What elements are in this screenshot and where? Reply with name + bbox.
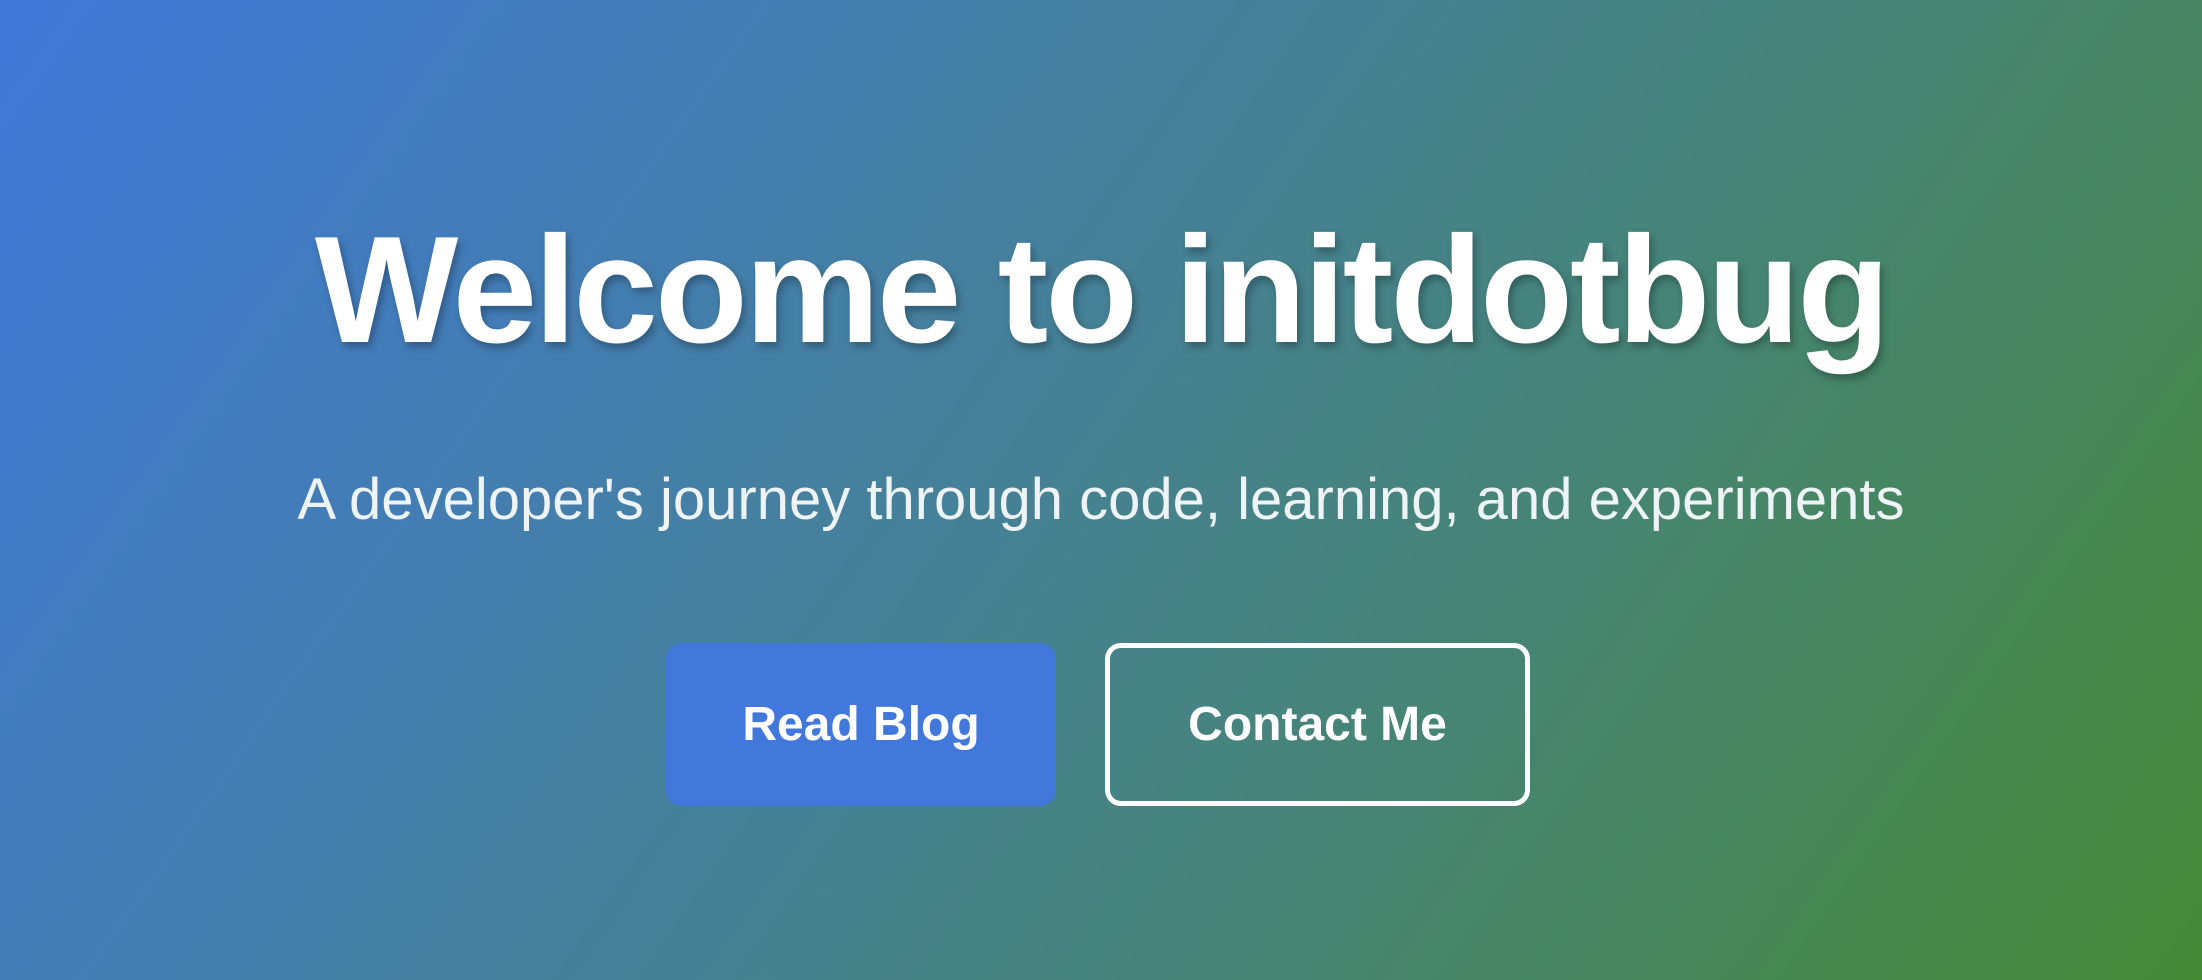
- contact-me-button[interactable]: Contact Me: [1105, 643, 1530, 806]
- hero-title: Welcome to initdotbug: [314, 205, 1890, 375]
- hero-section: Welcome to initdotbug A developer's jour…: [0, 0, 2202, 980]
- hero-subtitle: A developer's journey through code, lear…: [297, 467, 1905, 532]
- read-blog-button[interactable]: Read Blog: [666, 643, 1056, 806]
